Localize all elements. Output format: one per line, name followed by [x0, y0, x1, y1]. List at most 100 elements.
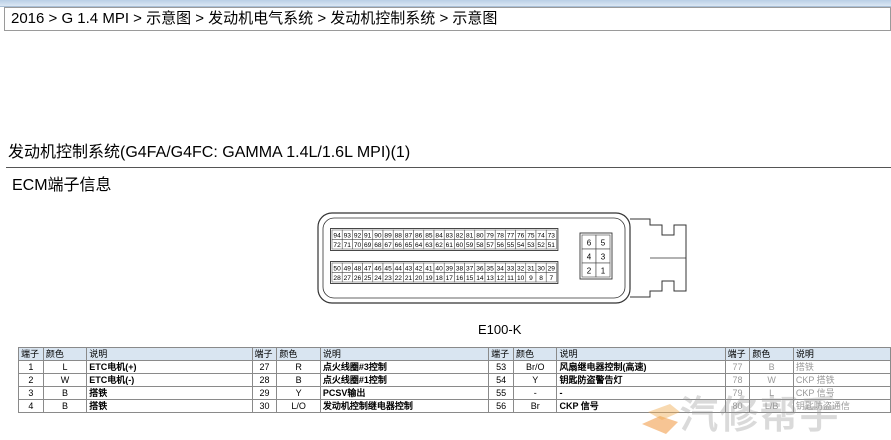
- pin-number: 62: [435, 242, 443, 249]
- pin-number: 35: [486, 265, 494, 272]
- description-cell: PCSV输出: [319, 386, 490, 400]
- color-cell: Y: [276, 386, 321, 400]
- pin-number: 92: [354, 232, 362, 239]
- terminal-cell: 27: [251, 360, 278, 374]
- header-color: 颜色: [276, 347, 321, 361]
- pin-number: 24: [374, 275, 382, 282]
- pin-number: 64: [415, 242, 423, 249]
- pin-number: 12: [497, 275, 505, 282]
- pin-number: 85: [425, 232, 433, 239]
- description-cell: 点火线圈#3控制: [319, 360, 490, 374]
- pin-number: 36: [476, 265, 484, 272]
- pin-number: 55: [507, 242, 515, 249]
- pin-number: 13: [486, 275, 494, 282]
- side-pin-number: 1: [601, 267, 606, 276]
- header-description: 说明: [556, 347, 726, 361]
- connector-label: E100-K: [478, 322, 522, 337]
- pin-number: 18: [435, 275, 443, 282]
- pin-number: 9: [529, 275, 533, 282]
- pin-number: 32: [517, 265, 525, 272]
- table-row: 2 W ETC电机(-) 28 B 点火线圈#1控制 54 Y 钥匙防盗警告灯 78 W CKP 搭铁: [18, 373, 891, 387]
- pin-number: 93: [344, 232, 352, 239]
- pin-number: 30: [537, 265, 545, 272]
- pin-number: 14: [476, 275, 484, 282]
- terminal-cell: 56: [488, 399, 514, 413]
- pin-number: 91: [364, 232, 372, 239]
- terminal-cell: 2: [18, 373, 44, 387]
- pin-number: 86: [415, 232, 423, 239]
- pin-number: 8: [539, 275, 543, 282]
- terminal-cell: 30: [251, 399, 278, 413]
- description-cell: ETC电机(+): [86, 360, 253, 374]
- section-title: ECM端子信息: [12, 177, 112, 194]
- pin-number: 27: [344, 275, 352, 282]
- pin-number: 48: [354, 265, 362, 272]
- breadcrumb: 2016 > G 1.4 MPI > 示意图 > 发动机电气系统 > 发动机控制…: [4, 7, 891, 31]
- pin-number: 78: [497, 232, 505, 239]
- description-cell: 搭铁: [792, 360, 891, 374]
- terminal-cell: 55: [488, 386, 514, 400]
- pin-number: 90: [374, 232, 382, 239]
- color-cell: L: [42, 360, 88, 374]
- terminal-cell: 78: [724, 373, 751, 387]
- header-terminal: 端子: [251, 347, 278, 361]
- pin-number: 28: [333, 275, 341, 282]
- title-divider: [6, 167, 891, 168]
- pin-number: 57: [486, 242, 494, 249]
- pin-number: 71: [344, 242, 352, 249]
- side-pin-number: 6: [587, 239, 592, 248]
- pin-number: 10: [517, 275, 525, 282]
- header-terminal: 端子: [18, 347, 44, 361]
- description-cell: 搭铁: [86, 399, 253, 413]
- pin-number: 74: [537, 232, 545, 239]
- pin-number: 47: [364, 265, 372, 272]
- side-pin-number: 3: [601, 253, 606, 262]
- pin-number: 60: [456, 242, 464, 249]
- pin-number: 19: [425, 275, 433, 282]
- pin-number: 17: [446, 275, 454, 282]
- pin-number: 21: [405, 275, 413, 282]
- document-title: 发动机控制系统(G4FA/G4FC: GAMMA 1.4L/1.6L MPI)(…: [8, 144, 411, 161]
- color-cell: B: [42, 386, 88, 400]
- connector-body: [317, 212, 687, 304]
- pin-number: 52: [537, 242, 545, 249]
- pin-number: 39: [446, 265, 454, 272]
- pin-number: 45: [384, 265, 392, 272]
- color-cell: B: [42, 399, 88, 413]
- pin-number: 44: [395, 265, 403, 272]
- pin-number: 77: [507, 232, 515, 239]
- pin-number: 83: [446, 232, 454, 239]
- pin-number: 22: [395, 275, 403, 282]
- color-cell: Br: [512, 399, 558, 413]
- pin-number: 66: [395, 242, 403, 249]
- description-cell: 风扇继电器控制(高速): [556, 360, 726, 374]
- pin-number: 58: [476, 242, 484, 249]
- pin-number: 87: [405, 232, 413, 239]
- terminal-cell: 3: [18, 386, 44, 400]
- pin-number: 89: [384, 232, 392, 239]
- pin-number: 25: [364, 275, 372, 282]
- pin-number: 54: [517, 242, 525, 249]
- pin-number: 76: [517, 232, 525, 239]
- pin-number: 94: [333, 232, 341, 239]
- terminal-cell: 4: [18, 399, 44, 413]
- color-cell: Br/O: [512, 360, 558, 374]
- pin-number: 41: [425, 265, 433, 272]
- pin-number: 46: [374, 265, 382, 272]
- description-cell: 点火线圈#1控制: [319, 373, 490, 387]
- color-cell: R: [276, 360, 321, 374]
- pin-number: 65: [405, 242, 413, 249]
- terminal-cell: 77: [724, 360, 751, 374]
- description-cell: ETC电机(-): [86, 373, 253, 387]
- pin-number: 16: [456, 275, 464, 282]
- side-pin-number: 4: [587, 253, 592, 262]
- color-cell: W: [749, 373, 794, 387]
- pin-number: 49: [344, 265, 352, 272]
- pin-number: 59: [466, 242, 474, 249]
- pin-number: 42: [415, 265, 423, 272]
- header-color: 颜色: [749, 347, 794, 361]
- pin-number: 69: [364, 242, 372, 249]
- pin-number: 53: [527, 242, 535, 249]
- pin-number: 56: [497, 242, 505, 249]
- description-cell: 搭铁: [86, 386, 253, 400]
